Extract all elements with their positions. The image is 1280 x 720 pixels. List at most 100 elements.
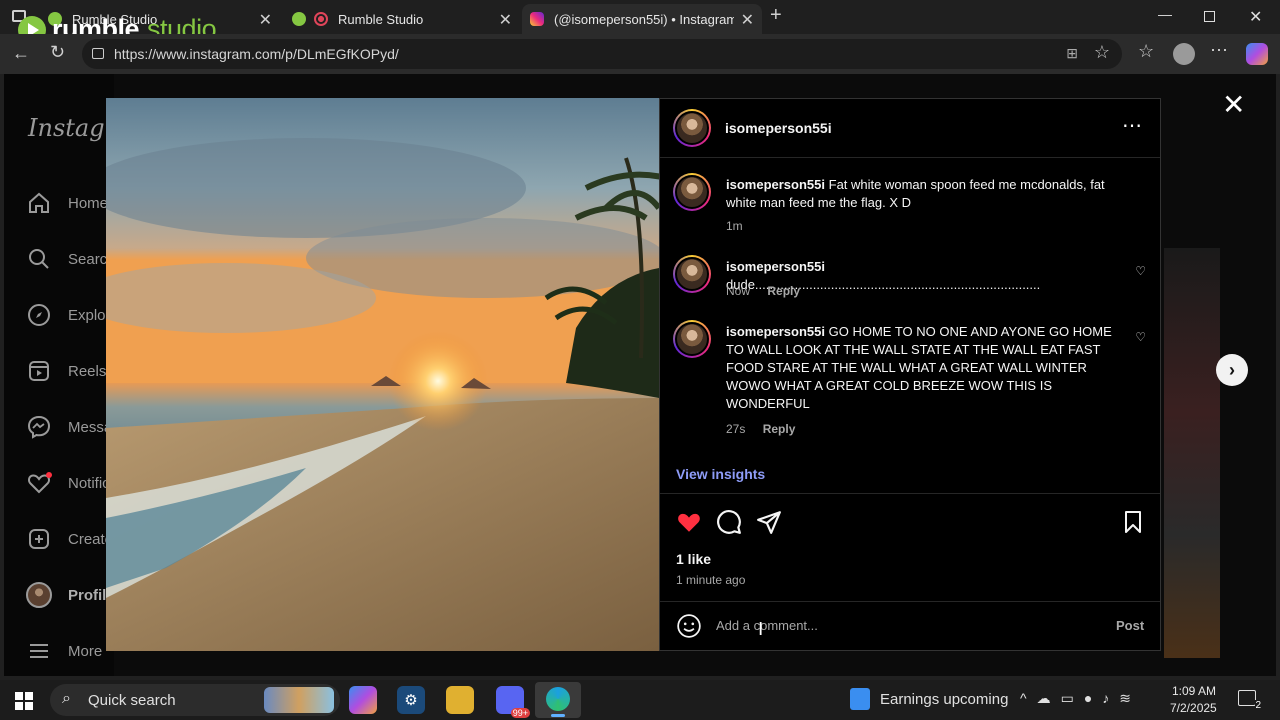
comment-avatar[interactable] [673, 255, 711, 293]
view-insights-link[interactable]: View insights [676, 466, 765, 482]
tab-rumble-studio-2[interactable]: Rumble Studio ✕ [284, 4, 520, 34]
add-comment-input[interactable]: Add a comment... [716, 618, 1096, 633]
site-info-icon[interactable] [92, 48, 104, 59]
sidebar-item-more[interactable]: More [26, 638, 102, 664]
notification-count: 2 [1255, 700, 1261, 711]
refresh-icon[interactable]: ↻ [50, 42, 65, 63]
search-highlight-image [264, 687, 334, 713]
clock[interactable]: 1:09 AM 7/2/2025 [1170, 683, 1217, 717]
like-count[interactable]: 1 like [676, 551, 711, 567]
plus-square-icon [26, 526, 52, 552]
chevron-up-icon[interactable]: ^ [1020, 690, 1037, 706]
instagram-favicon-icon [530, 12, 544, 26]
text-cursor-icon: I [758, 619, 764, 640]
volume-icon[interactable]: ♪ [1102, 690, 1119, 706]
close-tab-icon[interactable]: ✕ [259, 10, 272, 30]
actions-divider [660, 493, 1160, 494]
minimize-button[interactable]: — [1158, 6, 1172, 22]
avatar [26, 582, 52, 608]
like-comment-heart-icon[interactable]: ♡ [1135, 264, 1146, 278]
like-heart-icon[interactable] [676, 509, 702, 540]
reply-button[interactable]: Reply [763, 422, 796, 436]
news-headline: Earnings upcoming [880, 690, 1009, 708]
restore-button[interactable] [1204, 11, 1215, 22]
copilot-taskbar-icon[interactable] [349, 686, 377, 714]
page-viewport: Instagram Home Search Explore Reels Mess… [4, 74, 1276, 676]
discord-icon[interactable]: 99+ [496, 686, 530, 718]
search-icon: ⌕ [62, 690, 71, 707]
notification-badge: 99+ [510, 708, 530, 718]
author-username[interactable]: isomeperson55i [725, 120, 832, 136]
reels-icon [26, 358, 52, 384]
comment-time[interactable]: 1m [726, 219, 743, 233]
save-bookmark-icon[interactable] [1121, 509, 1145, 540]
favorite-star-icon[interactable]: ☆ [1094, 42, 1110, 63]
file-explorer-icon[interactable] [446, 686, 474, 714]
close-modal-icon[interactable]: ✕ [1222, 88, 1245, 121]
new-tab-button[interactable]: + [770, 4, 782, 27]
messenger-icon [26, 414, 52, 440]
close-tab-icon[interactable]: ✕ [499, 10, 512, 30]
sidebar-item-label: Reels [68, 362, 107, 380]
sidebar-item-profile[interactable]: Profile [26, 582, 115, 608]
recording-icon [314, 12, 328, 26]
comment-icon[interactable] [716, 509, 742, 540]
sidebar-item-home[interactable]: Home [26, 190, 108, 216]
sidebar-item-reels[interactable]: Reels [26, 358, 106, 384]
profile-avatar[interactable] [1173, 43, 1195, 65]
tab-instagram[interactable]: (@isomeperson55i) • Instagram p ✕ [522, 4, 762, 34]
tab-title: Rumble Studio [338, 11, 424, 27]
rumble-favicon-icon [292, 12, 306, 26]
cloud-icon[interactable]: ☁ [1037, 690, 1061, 706]
author-avatar[interactable] [673, 109, 711, 147]
windows-start-icon[interactable] [15, 692, 33, 710]
notification-center-icon[interactable]: 2 [1238, 690, 1261, 711]
back-arrow-icon[interactable]: ← [12, 43, 30, 64]
network-icon[interactable]: ▭ [1061, 690, 1084, 706]
edge-taskbar-active[interactable] [535, 682, 581, 718]
news-icon [850, 688, 870, 710]
post-photo[interactable] [106, 98, 659, 651]
share-icon[interactable] [756, 509, 782, 540]
background-post-thumbnail [1164, 248, 1220, 658]
comment-username[interactable]: isomeperson55i [726, 324, 825, 339]
reply-button[interactable]: Reply [767, 284, 800, 298]
system-tray[interactable]: ^☁▭●♪≋ [1020, 690, 1141, 707]
sidebar-item-create[interactable]: Create [26, 526, 113, 552]
quick-search-label: Quick search [88, 691, 176, 709]
close-window-button[interactable]: ✕ [1249, 7, 1262, 27]
comment-time[interactable]: 27s [726, 422, 745, 436]
comment-username[interactable]: isomeperson55i [726, 259, 825, 274]
next-post-chevron-icon[interactable]: › [1216, 354, 1248, 386]
post-comment-button[interactable]: Post [1116, 618, 1144, 633]
news-widget[interactable]: Earnings upcoming [850, 688, 1008, 710]
comment-body: isomeperson55i Fat white woman spoon fee… [726, 176, 1131, 212]
emoji-icon[interactable] [676, 613, 702, 644]
comment-username[interactable]: isomeperson55i [726, 177, 825, 192]
app-available-icon[interactable]: ⊞ [1066, 45, 1078, 62]
quick-search-box[interactable]: ⌕ Quick search [50, 684, 340, 716]
comment-avatar[interactable] [673, 173, 711, 211]
post-details-panel: isomeperson55i ⋯ isomeperson55i Fat whit… [659, 98, 1161, 651]
sidebar-item-explore[interactable]: Explore [26, 302, 119, 328]
close-tab-icon[interactable]: ✕ [741, 10, 754, 30]
sidebar-item-search[interactable]: Search [26, 246, 116, 272]
comment-avatar[interactable] [673, 320, 711, 358]
comment-meta: 1m [726, 219, 757, 233]
home-icon [26, 190, 52, 216]
like-comment-heart-icon[interactable]: ♡ [1135, 330, 1146, 344]
search-icon [26, 246, 52, 272]
address-bar-row: ← ↻ https://www.instagram.com/p/DLmEGfKO… [0, 34, 1280, 74]
steam-icon[interactable]: ⚙ [397, 686, 425, 714]
edge-icon [546, 687, 570, 711]
instagram-sidebar: Instagram Home Search Explore Reels Mess… [4, 74, 153, 676]
comment-body: isomeperson55i GO HOME TO NO ONE AND AYO… [726, 323, 1131, 413]
comment-time[interactable]: Now [726, 284, 750, 298]
url-field[interactable]: https://www.instagram.com/p/DLmEGfKOPyd/… [82, 39, 1122, 69]
favorites-icon[interactable]: ☆ [1138, 41, 1154, 62]
more-options-icon[interactable]: ⋯ [1122, 113, 1143, 138]
wifi-icon[interactable]: ≋ [1119, 690, 1141, 706]
more-options-icon[interactable]: ⋯ [1210, 40, 1228, 61]
copilot-icon[interactable] [1246, 43, 1268, 65]
microphone-icon[interactable]: ● [1084, 690, 1102, 706]
